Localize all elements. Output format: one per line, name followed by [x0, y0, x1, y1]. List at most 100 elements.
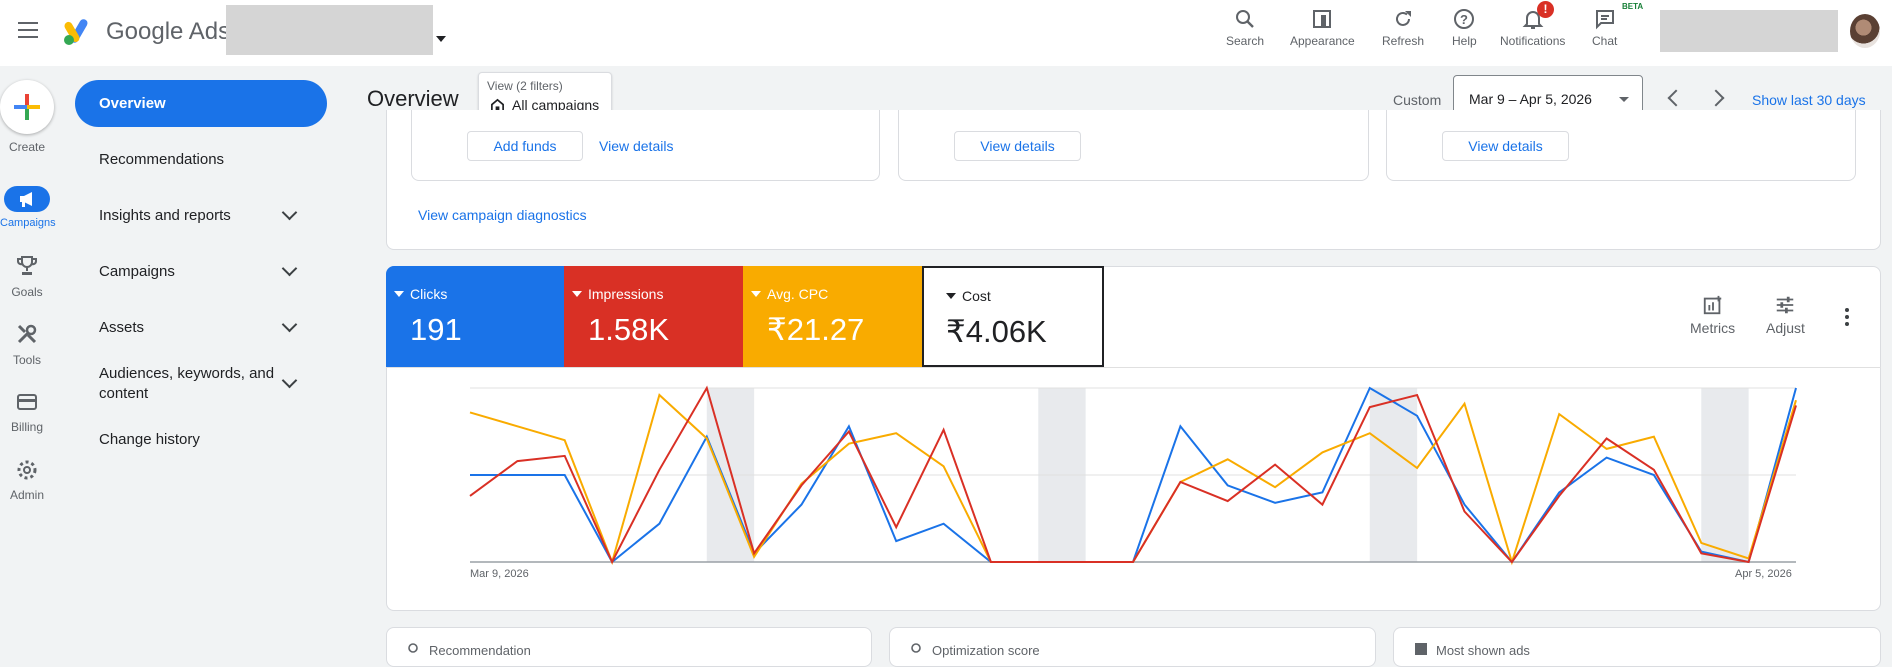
date-range-value: Mar 9 – Apr 5, 2026: [1469, 91, 1592, 107]
search-tool-label: Search: [1226, 34, 1265, 48]
google-ads-logo: [64, 19, 88, 45]
metric-value: ₹4.06K: [946, 314, 1047, 349]
filter-count-label: View (2 filters): [487, 79, 563, 93]
metric-label: Clicks: [410, 286, 448, 302]
refresh-tool[interactable]: Refresh: [1382, 6, 1424, 48]
gear-icon[interactable]: [15, 458, 39, 482]
card-title: Optimization score: [932, 643, 1040, 658]
plus-icon: [14, 94, 40, 120]
rail-billing-label: Billing: [10, 420, 43, 434]
nav-insights-and-reports[interactable]: Insights and reports: [99, 207, 231, 224]
help-tool-label: Help: [1452, 34, 1477, 48]
rail-campaigns-button[interactable]: [4, 186, 50, 212]
nav-recommendations[interactable]: Recommendations: [99, 151, 224, 168]
more-options-icon[interactable]: [1845, 308, 1849, 329]
metric-avg-cpc[interactable]: Avg. CPC ₹21.27: [743, 266, 922, 367]
account-dropdown-icon[interactable]: [436, 36, 446, 42]
account-name-redacted[interactable]: [226, 5, 433, 55]
dropdown-caret-icon: [1619, 97, 1629, 102]
adjust-button[interactable]: Adjust: [1766, 294, 1805, 336]
rail-campaigns-label: Campaigns: [0, 217, 56, 229]
chat-tool-label: Chat: [1592, 34, 1618, 48]
dropdown-caret-icon: [572, 291, 582, 297]
ad-icon: [1415, 643, 1427, 655]
show-last-30-days-link[interactable]: Show last 30 days: [1752, 92, 1866, 108]
top-bar: Google Ads Search Appearance Refresh ? H…: [0, 0, 1892, 66]
search-icon: [911, 643, 921, 653]
nav-overview[interactable]: Overview: [75, 80, 327, 127]
metric-label: Avg. CPC: [767, 286, 829, 302]
x-axis-end-label: Apr 5, 2026: [1735, 568, 1792, 580]
trophy-icon[interactable]: [15, 254, 39, 278]
chat-icon: [1595, 10, 1614, 30]
refresh-tool-label: Refresh: [1382, 34, 1425, 48]
add-funds-button[interactable]: Add funds: [467, 131, 583, 161]
wrench-icon[interactable]: [15, 322, 39, 346]
megaphone-icon: [20, 192, 32, 207]
card-icon[interactable]: [15, 390, 39, 414]
svg-text:?: ?: [1460, 12, 1468, 27]
view-details-button[interactable]: View details: [1442, 131, 1569, 161]
notifications-tool[interactable]: Notifications: [1500, 6, 1565, 48]
user-account-redacted[interactable]: [1660, 10, 1838, 52]
page-title: Overview: [367, 86, 459, 111]
metric-value: 191: [410, 312, 462, 347]
metric-impressions[interactable]: Impressions 1.58K: [564, 266, 743, 367]
brand-name: Google Ads: [106, 18, 231, 45]
chevron-down-icon[interactable]: [281, 316, 298, 333]
appearance-icon: [1313, 10, 1332, 28]
metric-value: 1.58K: [588, 312, 670, 347]
rail-tools-label: Tools: [12, 353, 41, 367]
rail-goals-label: Goals: [11, 285, 43, 299]
optimization-score-card[interactable]: Optimization score: [889, 627, 1376, 667]
next-period-icon[interactable]: [1707, 89, 1725, 107]
metric-clicks[interactable]: Clicks 191: [386, 266, 564, 367]
card-title: Most shown ads: [1436, 643, 1530, 658]
add-chart-icon: [1703, 295, 1721, 315]
nav-change-history[interactable]: Change history: [99, 431, 200, 448]
view-details-button[interactable]: View details: [954, 131, 1081, 161]
help-icon: ?: [1454, 9, 1475, 29]
menu-icon[interactable]: [18, 22, 38, 38]
nav-audiences-keywords-content[interactable]: Audiences, keywords, and content: [99, 364, 289, 404]
metric-value: ₹21.27: [767, 312, 865, 347]
metric-cost[interactable]: Cost ₹4.06K: [922, 266, 1104, 367]
help-tool[interactable]: ? Help: [1452, 6, 1477, 48]
search-icon: [1236, 10, 1254, 28]
metrics-button[interactable]: Metrics: [1690, 294, 1735, 336]
metric-label: Cost: [962, 288, 991, 304]
nav-campaigns[interactable]: Campaigns: [99, 263, 175, 280]
nav-assets[interactable]: Assets: [99, 319, 144, 336]
dropdown-caret-icon: [946, 293, 956, 299]
metric-label: Impressions: [588, 286, 664, 302]
adjust-button-label: Adjust: [1766, 320, 1805, 336]
card-title: Recommendation: [429, 643, 531, 658]
chevron-down-icon[interactable]: [281, 204, 298, 221]
dropdown-caret-icon: [394, 291, 404, 297]
avatar[interactable]: [1850, 14, 1880, 48]
chevron-down-icon[interactable]: [281, 260, 298, 277]
view-campaign-diagnostics-link[interactable]: View campaign diagnostics: [418, 207, 587, 223]
rail-admin-label: Admin: [9, 488, 44, 502]
tune-icon: [1777, 296, 1794, 314]
search-icon: [408, 643, 418, 653]
notification-badge: !: [1537, 1, 1554, 18]
view-details-link[interactable]: View details: [599, 138, 673, 154]
appearance-tool-label: Appearance: [1290, 34, 1355, 48]
search-tool[interactable]: Search: [1226, 6, 1264, 48]
x-axis-start-label: Mar 9, 2026: [470, 568, 529, 580]
appearance-tool[interactable]: Appearance: [1290, 6, 1355, 48]
beta-badge: BETA: [1622, 2, 1644, 11]
date-range-type: Custom: [1393, 92, 1442, 108]
most-shown-ads-card[interactable]: Most shown ads: [1393, 627, 1881, 667]
divider: [386, 367, 1881, 368]
refresh-icon: [1396, 11, 1412, 26]
rail-create-label: Create: [8, 140, 46, 154]
notifications-tool-label: Notifications: [1500, 34, 1566, 48]
recommendation-card[interactable]: Recommendation: [386, 627, 872, 667]
dropdown-caret-icon: [751, 291, 761, 297]
metrics-button-label: Metrics: [1690, 320, 1736, 336]
previous-period-icon[interactable]: [1667, 89, 1685, 107]
create-button[interactable]: [0, 80, 54, 134]
chat-tool[interactable]: Chat: [1592, 6, 1617, 48]
